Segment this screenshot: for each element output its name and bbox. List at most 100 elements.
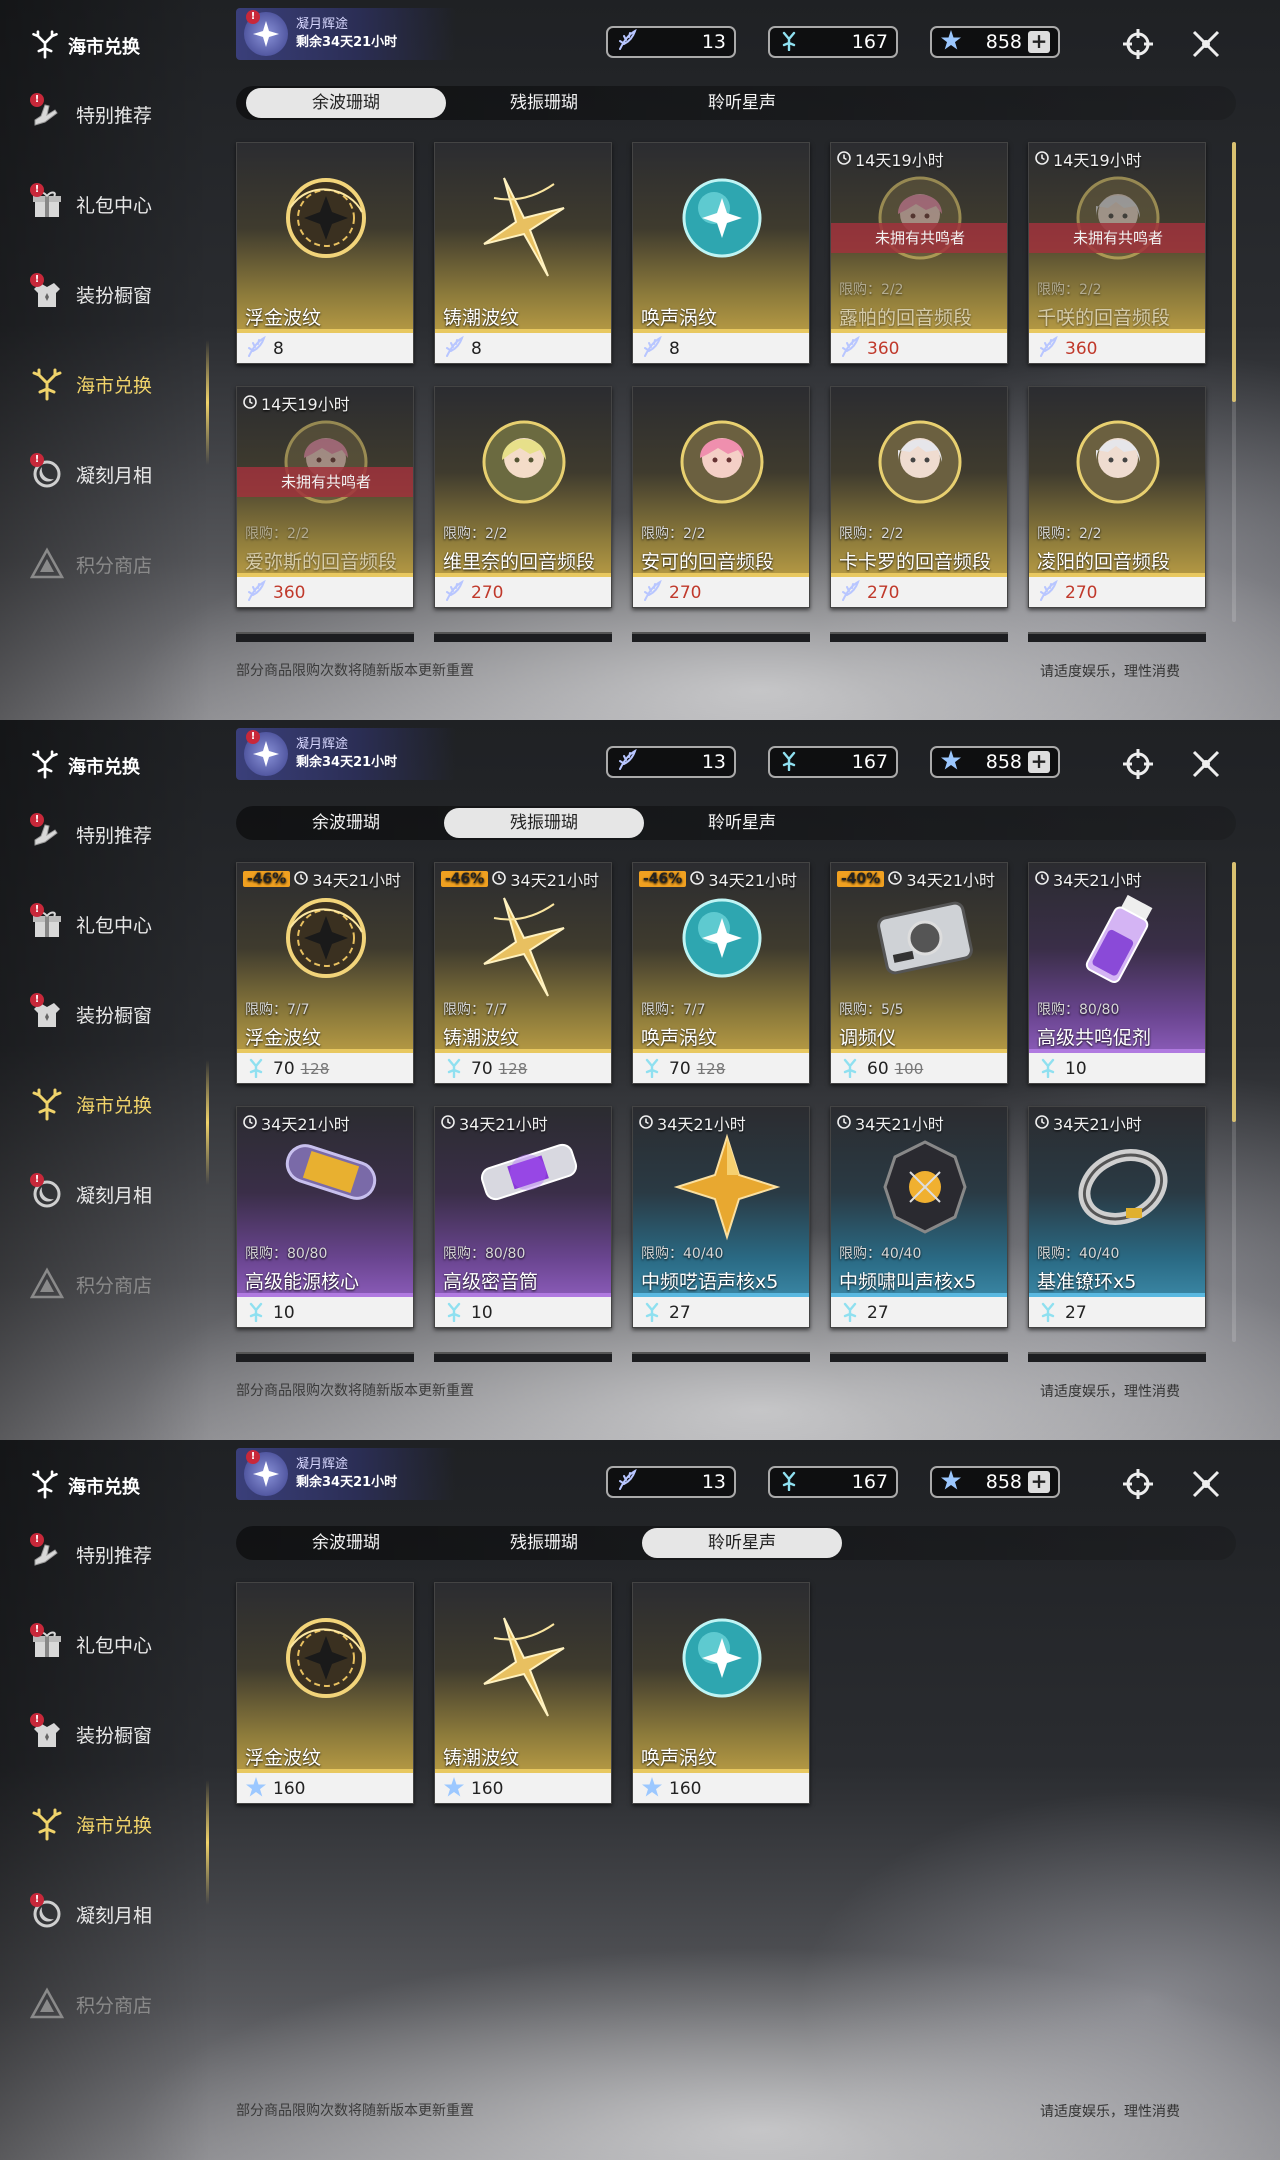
notification-badge: ! — [30, 903, 44, 917]
close-icon[interactable] — [1186, 1464, 1226, 1504]
shop-item-card[interactable]: 限购：2/2 卡卡罗的回音频段 270 — [830, 386, 1008, 608]
sidebar-item-3[interactable]: 海市兑换 — [28, 358, 198, 410]
purchase-limit: 限购：40/40 — [839, 1246, 922, 1262]
sidebar-item-label: 特别推荐 — [76, 1544, 153, 1567]
shop-item-card[interactable]: 34天21小时 限购：40/40 中频呓语声核x5 27 — [632, 1106, 810, 1328]
add-currency-button[interactable]: + — [1028, 1471, 1050, 1493]
timer: -40% 34天21小时 — [837, 867, 995, 891]
sidebar-item-3[interactable]: 海市兑换 — [28, 1078, 198, 1130]
shop-item-card[interactable]: 34天21小时 限购：40/40 基准镣环x5 27 — [1028, 1106, 1206, 1328]
notification-badge: ! — [30, 1713, 44, 1727]
currency-wave-coral[interactable]: 13 — [606, 1466, 736, 1498]
sidebar-item-5[interactable]: 积分商店 — [28, 1258, 198, 1310]
shop-item-card[interactable]: -46% 34天21小时 限购：7/7 唤声涡纹 70 128 — [632, 862, 810, 1084]
tab-2[interactable]: 聆听星声 — [642, 88, 842, 118]
price-value: 8 — [471, 339, 482, 359]
scrollbar[interactable] — [1232, 142, 1236, 402]
sidebar-item-4[interactable]: ! 凝刻月相 — [28, 1888, 198, 1940]
shop-item-card[interactable]: 限购：2/2 维里奈的回音频段 270 — [434, 386, 612, 608]
sidebar-item-label: 装扮橱窗 — [76, 284, 153, 307]
crosshair-icon[interactable] — [1118, 24, 1158, 64]
clock-icon — [243, 1114, 257, 1133]
tab-1[interactable]: 残振珊瑚 — [444, 808, 644, 838]
shop-item-card[interactable]: 浮金波纹 160 — [236, 1582, 414, 1804]
timer-text: 14天19小时 — [1053, 151, 1142, 170]
notification-badge: ! — [246, 10, 260, 24]
shop-item-card[interactable]: 34天21小时 限购：80/80 高级共鸣促剂 10 — [1028, 862, 1206, 1084]
timer: -46% 34天21小时 — [243, 867, 401, 891]
shop-item-card[interactable]: 14天19小时 未拥有共鸣者 限购：2/2 爱弥斯的回音频段 360 — [236, 386, 414, 608]
currency-value: 13 — [701, 1471, 726, 1493]
currency-star-sound[interactable]: 858 + — [930, 1466, 1060, 1498]
item-price: 360 — [237, 577, 413, 607]
event-banner[interactable]: ! 凝月辉途 剩余34天21小时 — [236, 728, 456, 780]
add-currency-button[interactable]: + — [1028, 751, 1050, 773]
sidebar-item-0[interactable]: ! 特别推荐 — [28, 88, 198, 140]
item-price: 270 — [1029, 577, 1205, 607]
next-row-card — [830, 1352, 1008, 1362]
crosshair-icon[interactable] — [1118, 744, 1158, 784]
currency-echo-coral[interactable]: 167 — [768, 746, 898, 778]
sidebar-item-2[interactable]: ! 装扮橱窗 — [28, 268, 198, 320]
sidebar-item-2[interactable]: ! 装扮橱窗 — [28, 988, 198, 1040]
currency-star-sound[interactable]: 858 + — [930, 746, 1060, 778]
price-value: 10 — [1065, 1059, 1087, 1079]
tab-0[interactable]: 余波珊瑚 — [246, 1528, 446, 1558]
sidebar-item-5[interactable]: 积分商店 — [28, 1978, 198, 2030]
shop-item-card[interactable]: 限购：2/2 安可的回音频段 270 — [632, 386, 810, 608]
close-icon[interactable] — [1186, 24, 1226, 64]
tab-1[interactable]: 残振珊瑚 — [444, 1528, 644, 1558]
shop-item-card[interactable]: 限购：2/2 凌阳的回音频段 270 — [1028, 386, 1206, 608]
close-icon[interactable] — [1186, 744, 1226, 784]
tab-0[interactable]: 余波珊瑚 — [246, 808, 446, 838]
currency-echo-coral[interactable]: 167 — [768, 26, 898, 58]
shop-item-card[interactable]: 浮金波纹 8 — [236, 142, 414, 364]
sidebar-item-1[interactable]: ! 礼包中心 — [28, 178, 198, 230]
sidebar-item-4[interactable]: ! 凝刻月相 — [28, 448, 198, 500]
sidebar-item-3[interactable]: 海市兑换 — [28, 1798, 198, 1850]
price-value: 70 — [273, 1059, 295, 1079]
notification-badge: ! — [30, 273, 44, 287]
shop-item-card[interactable]: 唤声涡纹 160 — [632, 1582, 810, 1804]
sidebar-item-4[interactable]: ! 凝刻月相 — [28, 1168, 198, 1220]
currency-wave-coral[interactable]: 13 — [606, 746, 736, 778]
tab-2[interactable]: 聆听星声 — [642, 1528, 842, 1558]
shop-item-card[interactable]: 唤声涡纹 8 — [632, 142, 810, 364]
tab-0[interactable]: 余波珊瑚 — [246, 88, 446, 118]
scrollbar[interactable] — [1232, 862, 1236, 1122]
clock-icon — [837, 150, 851, 169]
add-currency-button[interactable]: + — [1028, 31, 1050, 53]
sidebar-item-2[interactable]: ! 装扮橱窗 — [28, 1708, 198, 1760]
currency-star-sound[interactable]: 858 + — [930, 26, 1060, 58]
shop-item-card[interactable]: 铸潮波纹 8 — [434, 142, 612, 364]
tab-2[interactable]: 聆听星声 — [642, 808, 842, 838]
currency-echo-coral[interactable]: 167 — [768, 1466, 898, 1498]
shop-item-card[interactable]: -46% 34天21小时 限购：7/7 浮金波纹 70 128 — [236, 862, 414, 1084]
triangle-icon — [28, 545, 66, 583]
shop-item-card[interactable]: 34天21小时 限购：80/80 高级密音筒 10 — [434, 1106, 612, 1328]
price-value: 10 — [273, 1303, 295, 1323]
shop-item-card[interactable]: -46% 34天21小时 限购：7/7 铸潮波纹 70 128 — [434, 862, 612, 1084]
currency-wave-coral[interactable]: 13 — [606, 26, 736, 58]
sidebar-item-0[interactable]: ! 特别推荐 — [28, 1528, 198, 1580]
portrait-white-icon — [870, 412, 970, 516]
sidebar-item-label: 积分商店 — [76, 554, 153, 577]
sidebar-item-5[interactable]: 积分商店 — [28, 538, 198, 590]
sidebar-item-1[interactable]: ! 礼包中心 — [28, 1618, 198, 1670]
original-price: 128 — [696, 1060, 726, 1078]
shop-item-card[interactable]: 34天21小时 限购：40/40 中频啸叫声核x5 27 — [830, 1106, 1008, 1328]
shop-item-card[interactable]: 34天21小时 限购：80/80 高级能源核心 10 — [236, 1106, 414, 1328]
sidebar-item-1[interactable]: ! 礼包中心 — [28, 898, 198, 950]
event-banner[interactable]: ! 凝月辉途 剩余34天21小时 — [236, 8, 456, 60]
shop-item-card[interactable]: 14天19小时 未拥有共鸣者 限购：2/2 千咲的回音频段 360 — [1028, 142, 1206, 364]
shop-item-card[interactable]: 14天19小时 未拥有共鸣者 限购：2/2 露帕的回音频段 360 — [830, 142, 1008, 364]
sidebar-title-label: 海市兑换 — [68, 1477, 140, 1498]
discount-badge: -46% — [243, 871, 291, 887]
tab-1[interactable]: 残振珊瑚 — [444, 88, 644, 118]
event-banner[interactable]: ! 凝月辉途 剩余34天21小时 — [236, 1448, 456, 1500]
shop-item-card[interactable]: 铸潮波纹 160 — [434, 1582, 612, 1804]
sidebar-item-0[interactable]: ! 特别推荐 — [28, 808, 198, 860]
shop-item-card[interactable]: -40% 34天21小时 限购：5/5 调频仪 60 100 — [830, 862, 1008, 1084]
item-name: 铸潮波纹 — [443, 1027, 520, 1049]
crosshair-icon[interactable] — [1118, 1464, 1158, 1504]
